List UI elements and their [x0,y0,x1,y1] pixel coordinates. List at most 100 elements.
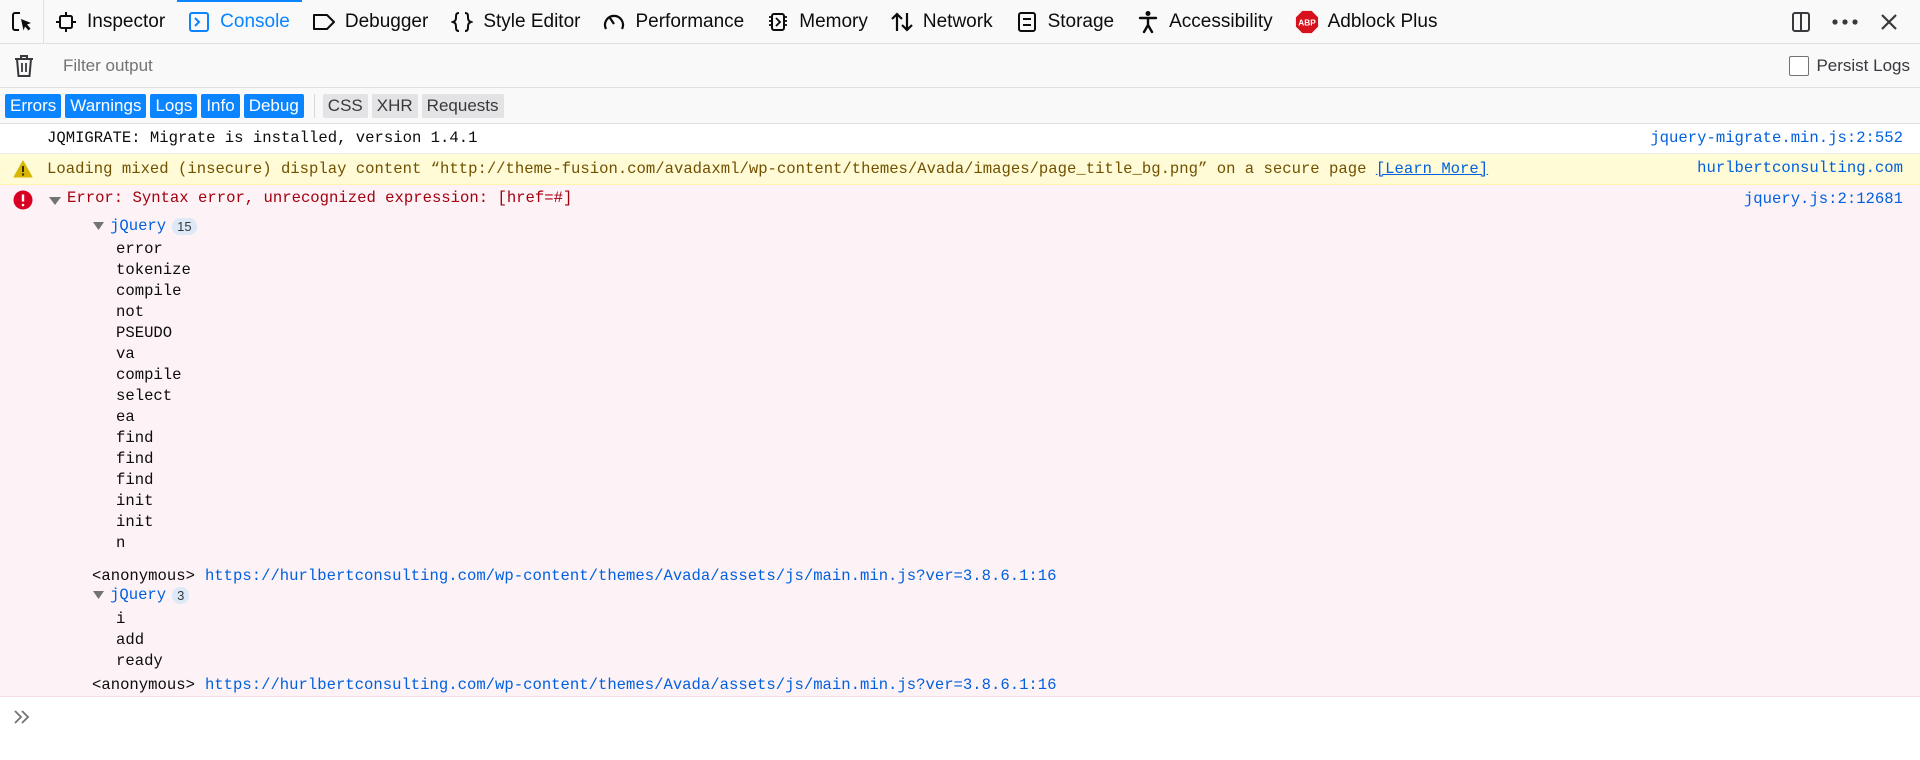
anonymous-frame-label: <anonymous> [92,676,195,694]
group-twisty-icon[interactable] [93,591,104,599]
console-output: JQMIGRATE: Migrate is installed, version… [0,124,1920,697]
stack-group-header[interactable]: jQuery 3 [93,586,190,604]
debugger-icon [312,10,336,34]
stack-frame[interactable]: add [116,631,144,649]
group-twisty-icon[interactable] [93,222,104,230]
more-icon [1832,18,1858,25]
network-icon [890,10,914,34]
devtools-toolbar: Inspector Console Debugger Style Editor … [0,0,1920,44]
stack-frame[interactable]: error [116,240,163,258]
storage-icon [1015,10,1039,34]
tab-label: Adblock Plus [1327,10,1438,32]
collapse-error-twisty-icon[interactable] [49,197,61,205]
anonymous-frame-url-link[interactable]: https://hurlbertconsulting.com/wp-conten… [205,567,1057,585]
anonymous-frame-url-link[interactable]: https://hurlbertconsulting.com/wp-conten… [205,676,1057,694]
checkbox-box[interactable] [1789,55,1810,76]
stack-frame[interactable]: compile [116,366,182,384]
stack-frame[interactable]: find [116,471,153,489]
stack-frame[interactable]: select [116,387,172,405]
style-editor-icon [450,10,474,34]
tab-console[interactable]: Console [177,0,302,43]
tab-label: Console [220,10,290,32]
tab-performance[interactable]: Performance [592,0,756,43]
stack-frame[interactable]: init [116,492,153,510]
tab-label: Inspector [87,10,166,32]
tab-debugger[interactable]: Debugger [302,0,440,43]
filter-errors-button[interactable]: Errors [5,93,62,118]
stack-frame[interactable]: ready [116,652,163,670]
tab-network[interactable]: Network [880,0,1005,43]
log-level-filters: Errors Warnings Logs Info Debug CSS XHR … [0,88,1920,124]
filter-debug-button[interactable]: Debug [243,93,304,118]
more-options-button[interactable] [1830,7,1860,37]
stack-group-name: jQuery [110,217,167,235]
tab-accessibility[interactable]: Accessibility [1126,0,1284,43]
adblock-plus-icon: ABP [1295,10,1319,34]
prompt-chevron-icon [14,710,30,724]
close-toolbox-button[interactable] [1874,7,1904,37]
toolbar-right-controls [1786,0,1920,43]
filter-warnings-button[interactable]: Warnings [65,93,147,118]
anonymous-frame: <anonymous> https://hurlbertconsulting.co… [92,567,1057,585]
tab-style-editor[interactable]: Style Editor [440,0,592,43]
tab-memory[interactable]: Memory [756,0,880,43]
close-icon [1881,13,1897,30]
anonymous-frame-label: <anonymous> [92,567,195,585]
tab-label: Style Editor [483,10,581,32]
stack-group-count: 15 [172,217,197,235]
persist-logs-checkbox[interactable]: Persist Logs [1789,55,1910,76]
stack-group-header[interactable]: jQuery 15 [93,217,197,235]
inspector-icon [54,10,78,34]
tab-label: Performance [635,10,745,32]
trash-icon [15,54,33,77]
stack-frame[interactable]: compile [116,282,182,300]
error-headline: Error: Syntax error, unrecognized expres… [67,189,573,207]
stack-frame[interactable]: PSEUDO [116,324,172,342]
warning-message: Loading mixed (insecure) display content… [0,154,1920,185]
stack-group-count: 3 [172,586,190,604]
memory-icon [766,10,790,34]
log-message-source-link[interactable]: jquery-migrate.min.js:2:552 [1650,129,1903,147]
filter-requests-button[interactable]: Requests [421,93,504,118]
anonymous-frame: <anonymous> https://hurlbertconsulting.co… [92,676,1057,694]
tab-storage[interactable]: Storage [1005,0,1127,43]
accessibility-icon [1136,10,1160,34]
warning-text: Loading mixed (insecure) display content… [47,160,1367,178]
error-message: Error: Syntax error, unrecognized expres… [0,185,1920,697]
console-input-prompt[interactable] [0,698,1920,736]
filter-separator [313,93,315,118]
filter-xhr-button[interactable]: XHR [371,93,418,118]
stack-frame[interactable]: find [116,429,153,447]
filter-css-button[interactable]: CSS [322,93,368,118]
clear-console-button[interactable] [0,54,48,78]
filter-output-input[interactable] [63,55,563,76]
warning-source-link[interactable]: hurlbertconsulting.com [1697,159,1903,177]
filter-logs-button[interactable]: Logs [150,93,198,118]
tab-adblock-plus[interactable]: ABP Adblock Plus [1285,0,1450,43]
console-filter-bar: Persist Logs [0,44,1920,88]
learn-more-link[interactable]: [Learn More] [1376,160,1488,178]
filter-info-button[interactable]: Info [201,93,240,118]
log-message-text: JQMIGRATE: Migrate is installed, version… [47,129,478,147]
tab-inspector[interactable]: Inspector [44,0,177,43]
stack-frame[interactable]: init [116,513,153,531]
warning-message-text: Loading mixed (insecure) display content… [47,160,1488,178]
error-source-link[interactable]: jquery.js:2:12681 [1744,190,1903,208]
warning-icon [13,160,33,178]
stack-frame[interactable]: va [116,345,135,363]
stack-frame[interactable]: not [116,303,144,321]
console-icon [187,10,211,34]
stack-frame[interactable]: i [116,610,125,628]
dock-icon [1792,11,1810,32]
tab-label: Storage [1047,10,1115,32]
dock-button[interactable] [1786,7,1816,37]
performance-icon [602,10,626,34]
stack-frame[interactable]: tokenize [116,261,191,279]
svg-text:ABP: ABP [1298,17,1316,27]
stack-frame[interactable]: find [116,450,153,468]
stack-frame[interactable]: ea [116,408,135,426]
element-picker-icon [11,11,31,31]
element-picker-button[interactable] [0,0,44,43]
error-icon [13,190,33,210]
stack-frame[interactable]: n [116,534,125,552]
